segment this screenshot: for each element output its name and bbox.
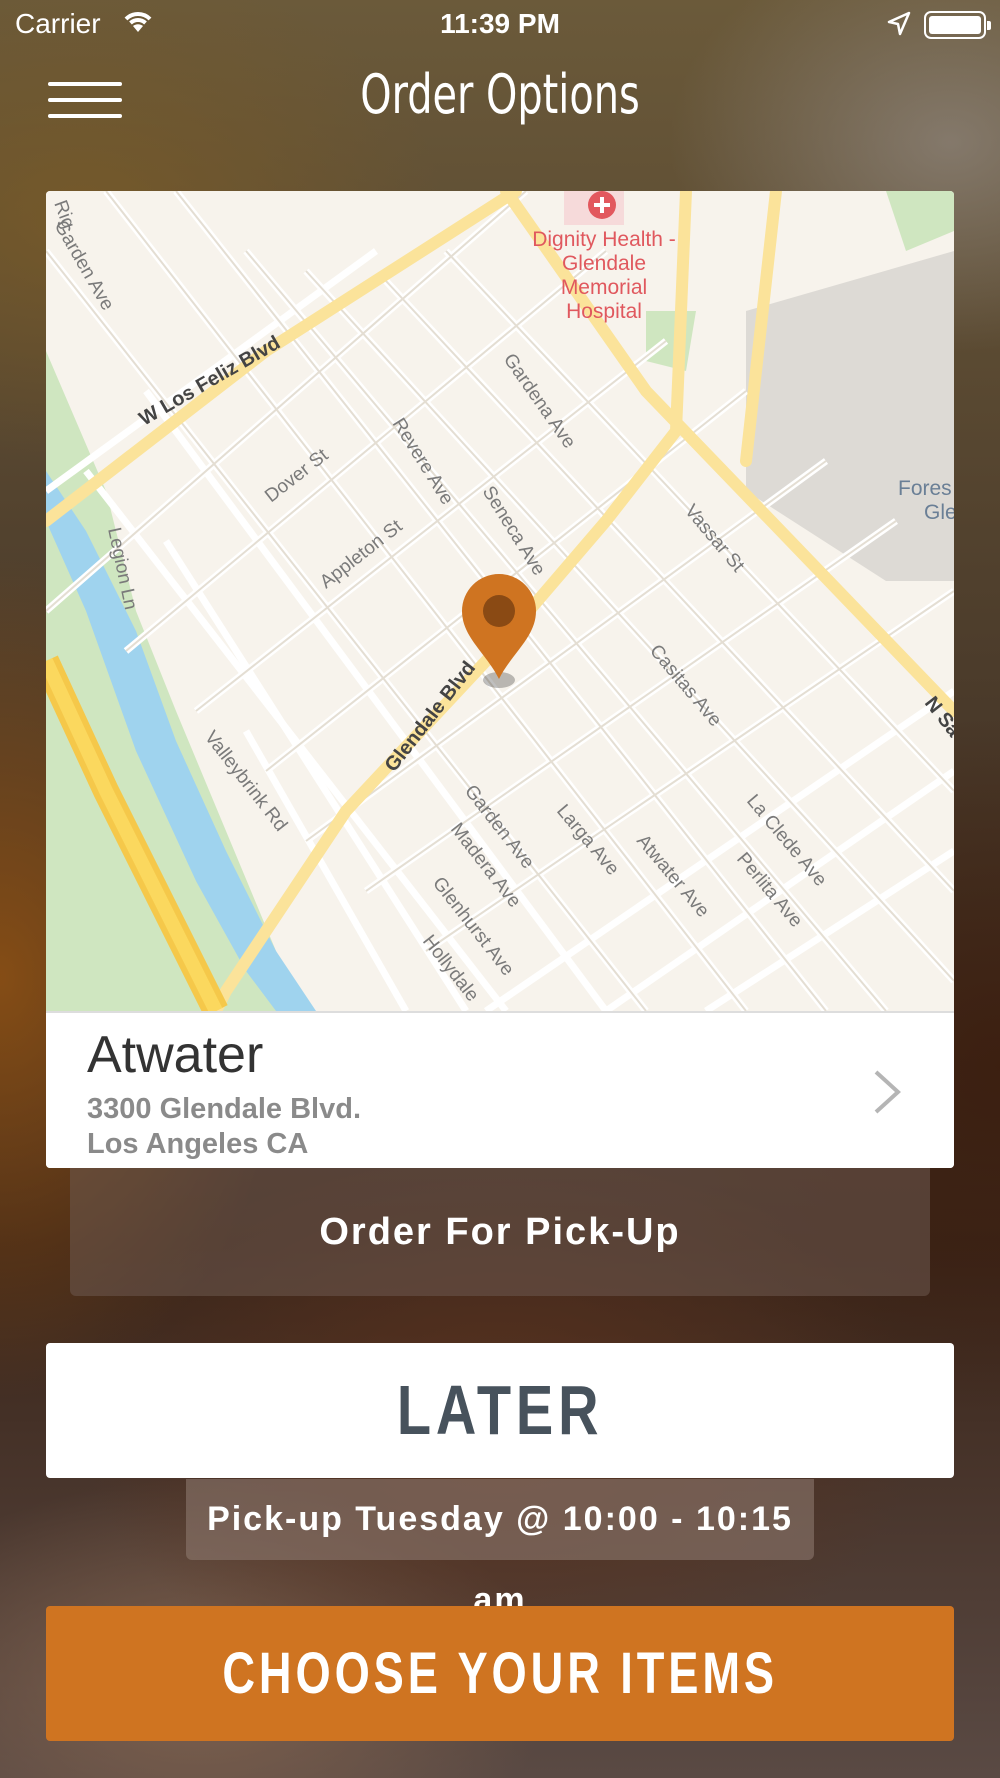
location-row[interactable]: Atwater 3300 Glendale Blvd. Los Angeles … [46,1011,954,1168]
map-label-dover: Dover St [261,444,333,506]
later-button-label: LATER [396,1371,604,1449]
map-label-forest-1: Fores [898,477,952,500]
location-name: Atwater [87,1026,264,1084]
chevron-right-icon[interactable] [872,1068,902,1116]
clock: 11:39 PM [440,8,560,39]
map-label-vassar: Vassar St [680,501,749,577]
battery-icon [924,11,991,39]
nav-bar: Order Options [0,55,1000,135]
later-button[interactable]: LATER [46,1343,954,1478]
map-label-hospital-4: Hospital [566,300,642,323]
order-for-pickup-button[interactable]: Order For Pick-Up [70,1168,930,1296]
location-address-line2: Los Angeles CA [87,1128,309,1160]
location-arrow-icon [887,11,911,36]
map-label-w-los-feliz: W Los Feliz Blvd [136,332,285,431]
map-view[interactable]: Dignity Health - Glendale Memorial Hospi… [46,191,954,1011]
choose-items-label: CHOOSE YOUR ITEMS [222,1641,778,1706]
map-label-hospital-3: Memorial [561,276,647,299]
status-bar: Carrier 11:39 PM [0,0,1000,50]
choose-items-button[interactable]: CHOOSE YOUR ITEMS [46,1606,954,1741]
pickup-time-label: Pick-up Tuesday @ 10:00 - 10:15 am [186,1479,814,1619]
location-card: Dignity Health - Glendale Memorial Hospi… [46,191,954,1168]
map-label-glendale-blvd: Glendale Blvd [381,657,480,776]
map-label-hospital: Dignity Health - [532,228,676,251]
map-label-hospital-2: Glendale [562,252,646,275]
page-title: Order Options [360,63,640,126]
map-label-forest-2: Gle [924,501,954,524]
location-address-line1: 3300 Glendale Blvd. [87,1093,362,1125]
